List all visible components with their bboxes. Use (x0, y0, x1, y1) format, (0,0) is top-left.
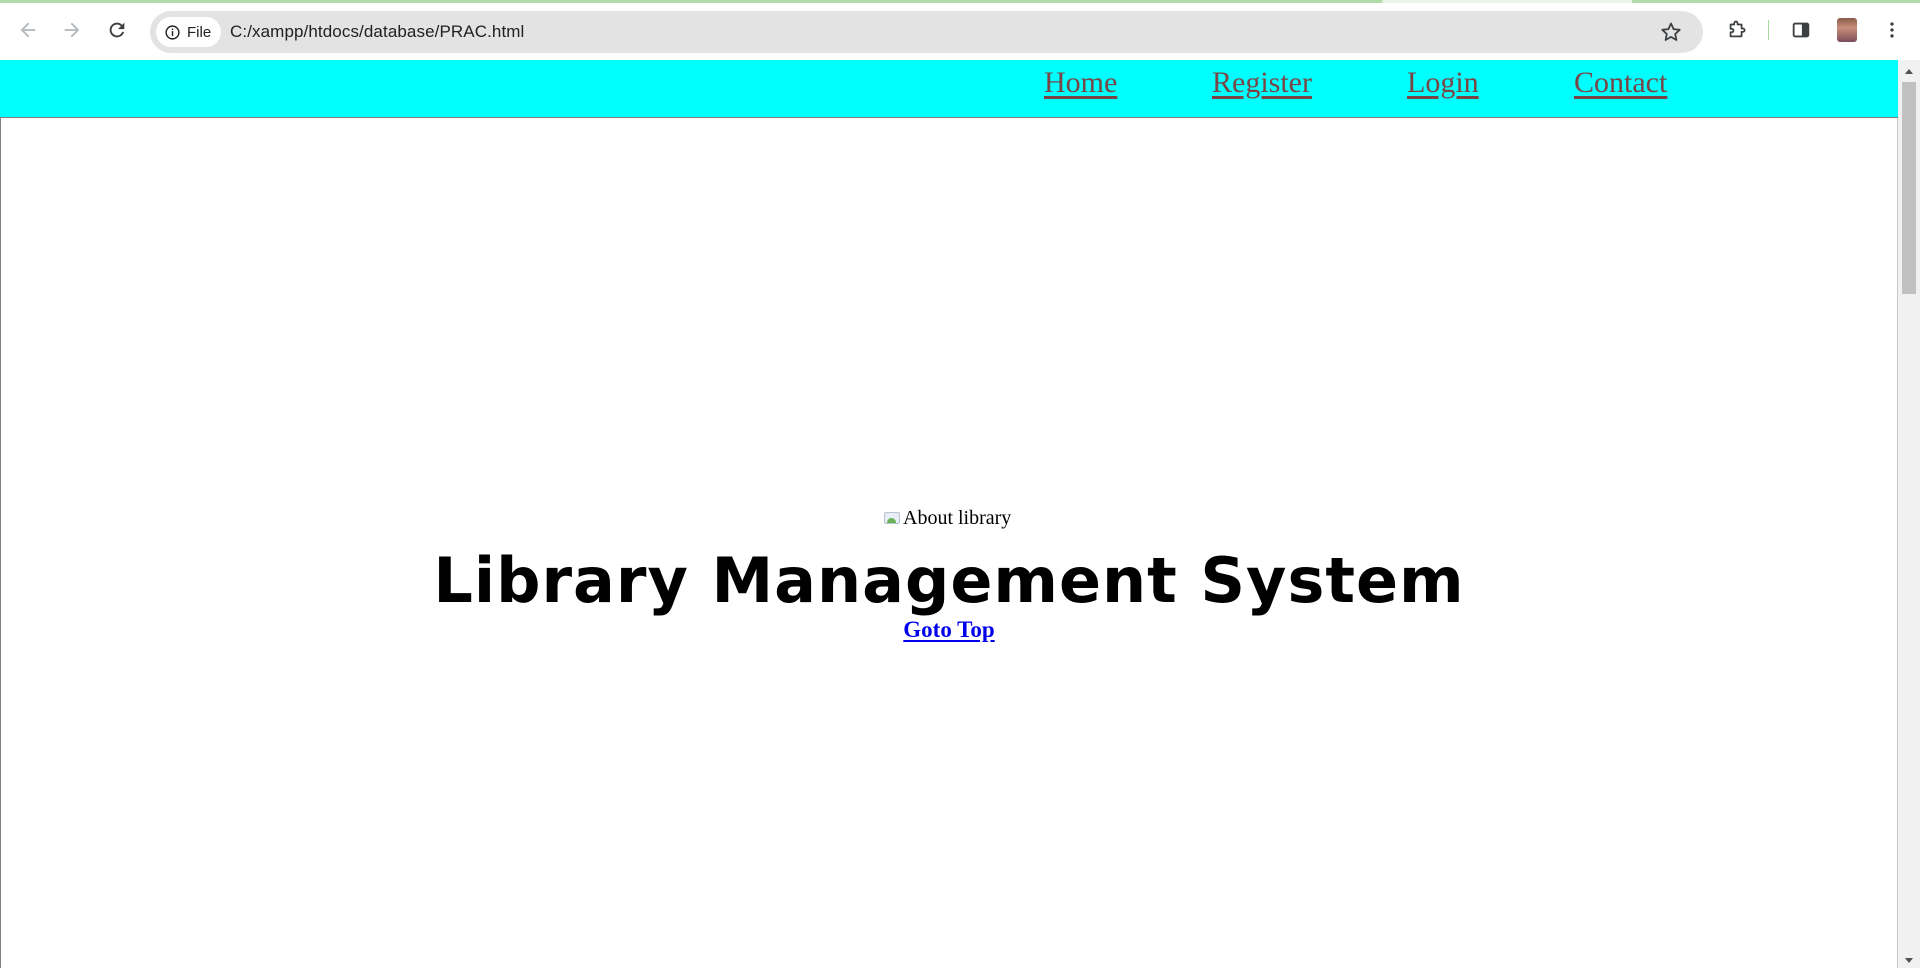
nav-link-login[interactable]: Login (1407, 66, 1479, 100)
arrow-right-icon (64, 22, 80, 38)
site-chip-label: File (187, 23, 212, 41)
url-text[interactable]: C:/xampp/htdocs/database/PRAC.html (230, 22, 524, 42)
nav-link-home[interactable]: Home (1044, 66, 1117, 100)
arrow-left-icon (20, 22, 36, 38)
side-panel-icon (1792, 22, 1810, 38)
nav-link-register[interactable]: Register (1212, 66, 1312, 100)
page-load-progress (0, 0, 1920, 3)
extensions-button[interactable] (1721, 14, 1753, 46)
forward-button[interactable] (56, 14, 88, 46)
profile-avatar[interactable] (1837, 18, 1857, 42)
address-bar[interactable]: File C:/xampp/htdocs/database/PRAC.html (150, 11, 1703, 53)
scrollbar-thumb[interactable] (1902, 82, 1916, 294)
page-viewport: Home Register Login Contact About librar… (0, 60, 1920, 968)
star-icon (1661, 22, 1681, 41)
page-title: Library Management System (433, 544, 1465, 617)
info-icon (165, 24, 180, 40)
broken-image-icon (884, 510, 902, 526)
scroll-down-arrow-icon[interactable] (1903, 954, 1915, 966)
back-button[interactable] (12, 14, 44, 46)
browser-menu-button[interactable] (1876, 14, 1908, 46)
vertical-scrollbar[interactable] (1898, 60, 1920, 968)
reload-icon (109, 22, 125, 38)
top-navigation-bar: Home Register Login Contact (0, 60, 1898, 118)
page-left-border (0, 118, 1, 968)
puzzle-icon (1729, 20, 1746, 38)
site-info-chip[interactable]: File (156, 17, 222, 47)
goto-top-container: Goto Top (0, 617, 1898, 643)
nav-link-contact[interactable]: Contact (1574, 66, 1667, 100)
about-library-image: About library (884, 507, 1011, 529)
scroll-up-arrow-icon[interactable] (1903, 66, 1915, 78)
side-panel-button[interactable] (1785, 14, 1817, 46)
reload-button[interactable] (101, 14, 133, 46)
image-alt-text: About library (903, 506, 1012, 529)
toolbar-separator (1768, 20, 1769, 40)
goto-top-link[interactable]: Goto Top (903, 617, 994, 642)
kebab-menu-icon (1890, 22, 1894, 38)
browser-toolbar: File C:/xampp/htdocs/database/PRAC.html (0, 0, 1920, 60)
bookmark-button[interactable] (1659, 20, 1683, 44)
